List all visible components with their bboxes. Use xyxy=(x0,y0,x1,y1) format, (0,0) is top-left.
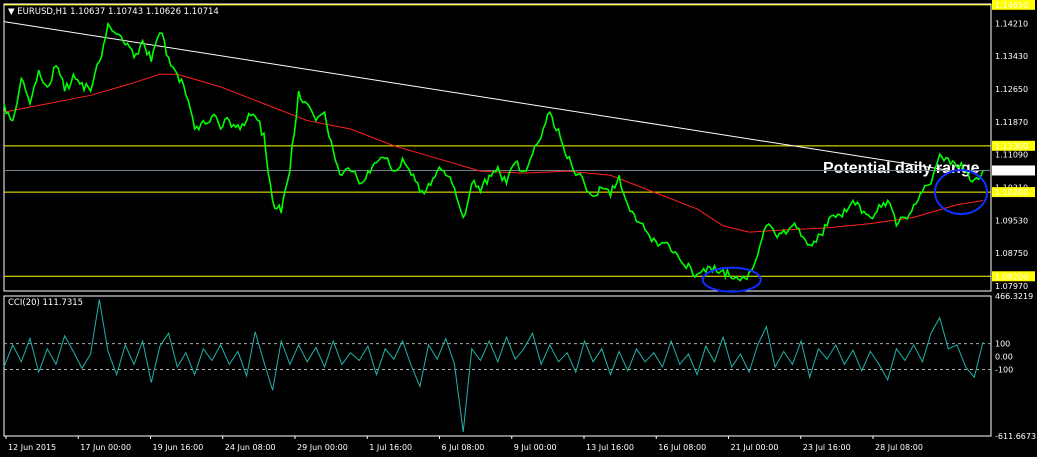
trendline xyxy=(3,21,949,171)
y-tick-label-10: 1.09530 xyxy=(995,216,1028,225)
x-tick-label-12: 28 Jul 08:00 xyxy=(875,443,923,452)
cci-y-tick-label-2: 0.00 xyxy=(995,353,1013,362)
moving-average-line xyxy=(3,73,984,233)
x-tick-label-11: 23 Jul 16:00 xyxy=(803,443,851,452)
y-tick-label-3: 1.12650 xyxy=(995,85,1028,94)
x-tick-label-1: 17 Jun 00:00 xyxy=(80,443,131,452)
x-tick-label-8: 13 Jul 16:00 xyxy=(586,443,634,452)
y-tick-label-1: 1.14210 xyxy=(995,19,1028,28)
y-tick-label-0: 1.14650 xyxy=(995,1,1028,10)
price-chart[interactable]: 1.14650 1.14210 1.13430 1.12650 1.11870 1.113… xyxy=(0,0,1037,457)
x-tick-label-4: 29 Jun 00:00 xyxy=(297,443,348,452)
x-tick-label-9: 16 Jul 08:00 xyxy=(658,443,706,452)
main-panel-frame xyxy=(3,3,992,292)
y-tick-label-7: 1.10714 xyxy=(995,166,1028,175)
y-tick-label-4: 1.11870 xyxy=(995,118,1028,127)
x-tick-label-5: 1 Jul 16:00 xyxy=(369,443,412,452)
x-tick-label-7: 9 Jul 00:00 xyxy=(514,443,557,452)
cci-y-tick-label-0: 466.3219 xyxy=(995,292,1033,301)
x-tick-label-3: 24 Jun 08:00 xyxy=(225,443,276,452)
cci-line xyxy=(3,299,984,432)
cci-panel-frame xyxy=(3,295,992,437)
y-tick-label-13: 1.07970 xyxy=(995,282,1028,291)
x-tick-label-2: 19 Jun 16:00 xyxy=(153,443,204,452)
low-circle xyxy=(701,266,762,293)
y-tick-label-6: 1.11090 xyxy=(995,151,1028,160)
y-tick-label-2: 1.13430 xyxy=(995,52,1028,61)
x-tick-label-10: 21 Jul 00:00 xyxy=(731,443,779,452)
cci-y-tick-label-3: -100 xyxy=(995,366,1013,375)
cci-y-tick-label-4: -611.6673 xyxy=(995,432,1036,441)
y-tick-label-12: 1.08200 xyxy=(995,272,1028,281)
x-tick-label-0: 12 Jun 2015 xyxy=(8,443,56,452)
x-tick-label-6: 6 Jul 08:00 xyxy=(442,443,485,452)
y-tick-label-5: 1.11300 xyxy=(995,142,1028,151)
cci-y-tick-label-1: 100 xyxy=(995,340,1010,349)
y-tick-label-9: 1.10200 xyxy=(995,188,1028,197)
y-tick-label-11: 1.08750 xyxy=(995,249,1028,258)
